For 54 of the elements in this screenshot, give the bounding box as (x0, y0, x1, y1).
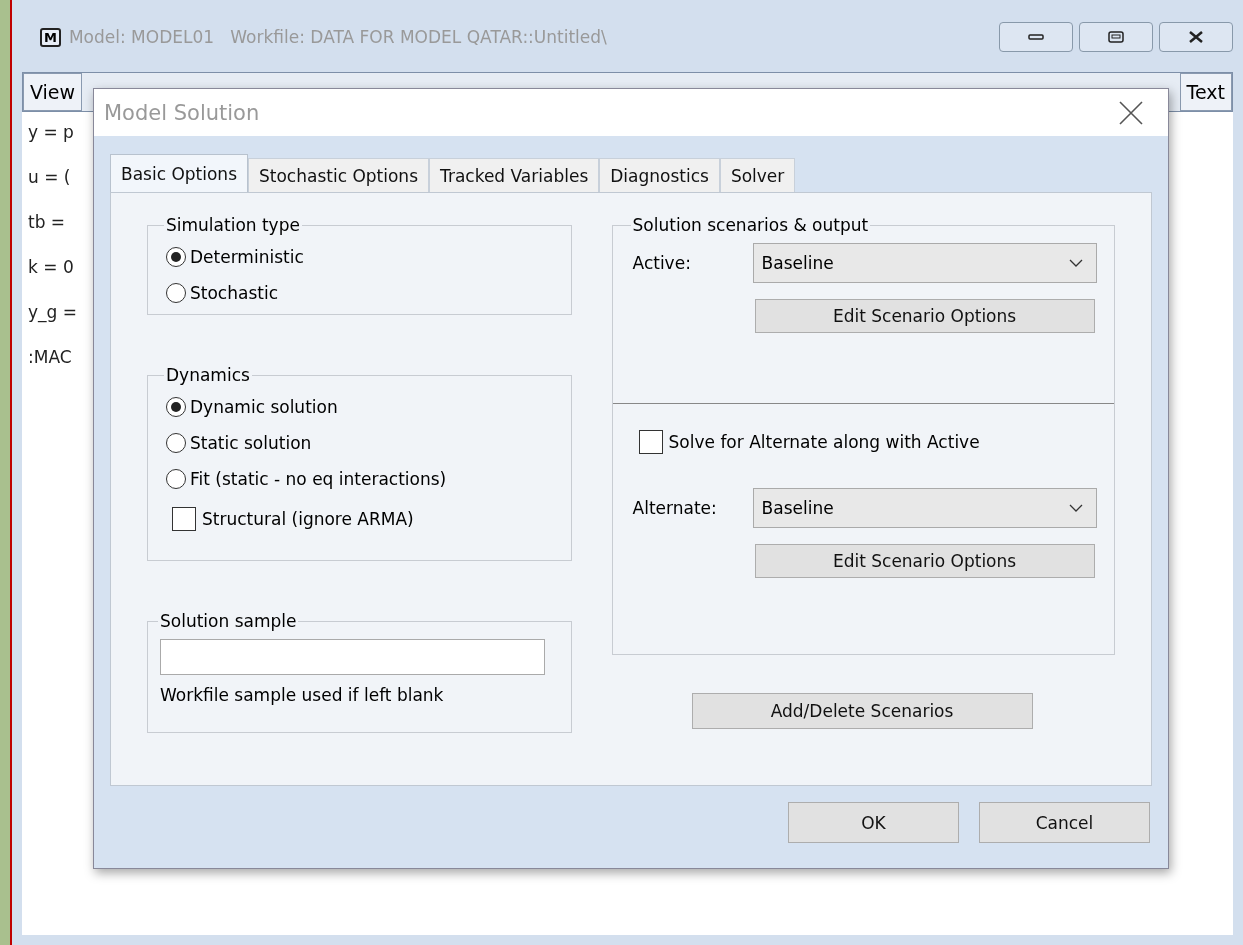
checkbox[interactable] (172, 507, 196, 531)
equation-text: y_g = (28, 301, 77, 325)
active-dropdown[interactable]: Baseline (752, 243, 1097, 283)
equation-text: k = 0 (28, 256, 74, 279)
radio-option[interactable]: Stochastic (166, 275, 278, 311)
equation-text: tb = (28, 211, 66, 234)
radio-option[interactable]: Static solution (166, 425, 312, 461)
radio-button[interactable] (166, 397, 186, 417)
alternate-dropdown[interactable]: Baseline (752, 488, 1097, 528)
minimize-button[interactable] (999, 22, 1073, 52)
radio-button[interactable] (166, 469, 186, 489)
group-title: Simulation type (165, 215, 301, 235)
restore-button[interactable] (1079, 22, 1153, 52)
alternate-label: Alternate: (632, 498, 718, 518)
sample-field[interactable] (160, 639, 545, 675)
tab[interactable]: Solver (719, 158, 796, 192)
dialog-title: Model Solution (104, 100, 260, 125)
tab[interactable]: Stochastic Options (248, 158, 429, 192)
group-title: Solution sample (159, 611, 298, 631)
active-label: Active: (632, 253, 692, 273)
radio-button[interactable] (166, 247, 186, 267)
radio-option[interactable]: Dynamic solution (166, 389, 338, 425)
model-badge: M (40, 27, 61, 47)
tab[interactable]: Diagnostics (599, 158, 720, 192)
checkbox-option[interactable]: Solve for Alternate along with Active (638, 422, 980, 462)
equation-text: :MAC (28, 346, 72, 369)
equation-text: y = p (28, 121, 74, 144)
hint-text: Workfile sample used if left blank (160, 685, 445, 705)
close-button[interactable] (1159, 22, 1233, 52)
radio-button[interactable] (166, 433, 186, 453)
group-title: Dynamics (165, 365, 251, 385)
tab[interactable]: Tracked Variables (429, 158, 600, 192)
radio-option[interactable]: Fit (static - no eq interactions) (166, 461, 447, 497)
equation-text: u = ( (28, 166, 71, 189)
checkbox-option[interactable]: Structural (ignore ARMA) (172, 497, 414, 541)
chevron-icon (1067, 258, 1084, 268)
minimize-icon (1028, 33, 1044, 41)
radio-option[interactable]: Deterministic (166, 239, 304, 275)
ok-button[interactable]: OK (788, 802, 959, 843)
window-title: Model: MODEL01 Workfile: DATA FOR MODEL QATAR::Untitled\ (68, 27, 607, 47)
restore-icon (1108, 31, 1124, 43)
edit-scenario-button[interactable]: Edit Scenario Options (754, 299, 1095, 333)
view-button[interactable]: View (23, 73, 83, 111)
cancel-button[interactable]: Cancel (979, 802, 1150, 843)
edit-scenario-button[interactable]: Edit Scenario Options (754, 544, 1095, 578)
close-icon[interactable] (1118, 99, 1144, 126)
tab[interactable]: Basic Options (110, 154, 248, 192)
checkbox[interactable] (638, 430, 663, 454)
chevron-icon (1067, 503, 1084, 513)
group-title: Solution scenarios & output (631, 215, 870, 235)
add-delete-scenarios-button[interactable]: Add/Delete Scenarios (691, 693, 1033, 729)
radio-button[interactable] (166, 283, 186, 303)
close-icon (1188, 31, 1204, 43)
text-button[interactable]: Text (1179, 73, 1232, 111)
